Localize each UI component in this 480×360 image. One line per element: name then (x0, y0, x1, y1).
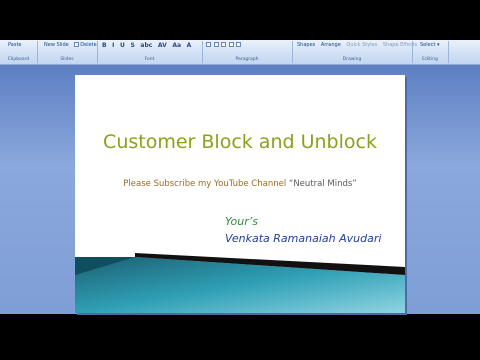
subscribe-text: Please Subscribe my YouTube Channel (123, 179, 289, 189)
ribbon-group-labels: Clipboard Slides Font Paragraph Drawing … (0, 57, 480, 64)
signoff-text[interactable]: Your’s (225, 215, 258, 228)
arrange-label: Arrange (320, 42, 341, 48)
author-name[interactable]: Venkata Ramanaiah Avudari (225, 232, 381, 245)
drawing-group: Shapes Arrange Quick Styles Shape Effect… (295, 42, 419, 49)
italic-button[interactable]: I (110, 42, 116, 49)
bold-button[interactable]: B (100, 42, 109, 49)
columns-icon[interactable] (236, 42, 242, 47)
slide-subtitle[interactable]: Please Subscribe my YouTube Channel “Neu… (75, 179, 405, 189)
strike-abc-button[interactable]: abc (138, 42, 154, 49)
slide-title[interactable]: Customer Block and Unblock (75, 131, 405, 153)
arrange-button[interactable]: Arrange (319, 42, 343, 49)
shapes-button[interactable]: Shapes (295, 42, 317, 49)
drawing-group-label: Drawing (342, 57, 362, 62)
paragraph-group (206, 42, 242, 49)
slides-group: New Slide Delete (42, 42, 99, 49)
select-label: Select (420, 42, 436, 48)
paragraph-group-label: Paragraph (235, 57, 259, 62)
select-button[interactable]: Select ▾ (418, 42, 442, 49)
quick-styles-button[interactable]: Quick Styles (344, 42, 379, 49)
underline-button[interactable]: U (118, 42, 127, 49)
channel-name: “Neutral Minds” (288, 179, 357, 189)
align-right-icon[interactable] (221, 42, 227, 47)
clipboard-group: Paste (6, 42, 24, 49)
font-color-button[interactable]: A (185, 42, 194, 49)
delete-slide-button[interactable]: Delete (72, 42, 98, 49)
quick-styles-label: Quick Styles (346, 42, 378, 48)
change-case-button[interactable]: Aa (170, 42, 183, 49)
char-spacing-button[interactable]: AV (156, 42, 169, 49)
slides-group-label: Slides (60, 57, 74, 62)
editing-group: Select ▾ (418, 42, 442, 49)
delete-icon (74, 42, 80, 47)
new-slide-button[interactable]: New Slide (42, 42, 71, 49)
justify-icon[interactable] (228, 42, 234, 47)
delete-label: Delete (80, 42, 97, 48)
shapes-label: Shapes (297, 42, 316, 48)
screen: Paste New Slide Delete B I U S abc AV Aa… (0, 0, 480, 360)
new-slide-label: New Slide (44, 42, 69, 48)
slide-swoosh-graphic (75, 253, 405, 313)
paste-label: Paste (8, 42, 22, 48)
paste-button[interactable]: Paste (6, 42, 24, 49)
strikethrough-button[interactable]: S (128, 42, 136, 49)
align-center-icon[interactable] (213, 42, 219, 47)
font-group: B I U S abc AV Aa A (100, 42, 193, 50)
font-group-label: Font (144, 57, 155, 62)
editing-group-label: Editing (422, 57, 438, 62)
ribbon: Paste New Slide Delete B I U S abc AV Aa… (0, 40, 480, 65)
clipboard-group-label: Clipboard (7, 57, 30, 62)
shape-effects-button[interactable]: Shape Effects (381, 42, 419, 49)
slide-canvas[interactable]: Customer Block and Unblock Please Subscr… (75, 75, 405, 313)
align-left-icon[interactable] (206, 42, 211, 47)
